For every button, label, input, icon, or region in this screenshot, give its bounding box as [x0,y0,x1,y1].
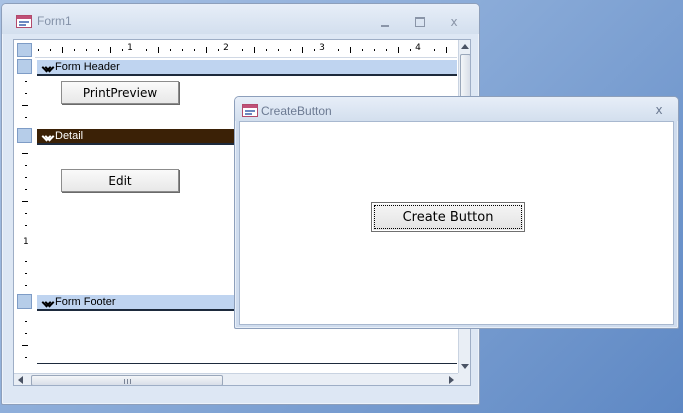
ruler-tick [218,49,219,51]
ruler-tick [25,321,27,322]
scroll-up-icon[interactable] [461,44,469,49]
ruler-tick [266,49,267,51]
scroll-left-icon[interactable] [18,376,23,384]
form-footer-label: Form Footer [55,296,116,308]
ruler-tick [22,345,28,346]
ruler-tick [278,49,279,51]
form1-title: Form1 [37,14,72,28]
size-grip [458,373,470,385]
form-header-band[interactable]: Form Header [37,60,457,76]
horizontal-ruler: 1 2 3 4 [35,42,457,58]
ruler-number: 2 [223,43,229,53]
ruler-tick [38,49,39,51]
minimize-icon[interactable] [374,14,396,30]
ruler-tick [434,49,435,51]
detail-label: Detail [55,130,84,142]
footer-section-selector[interactable] [17,294,32,309]
header-section-selector[interactable] [17,59,32,74]
close-icon[interactable]: x [443,14,465,30]
ruler-tick [398,47,399,53]
ruler-tick [242,49,243,51]
horizontal-scroll-thumb[interactable] [31,375,223,385]
ruler-tick [25,261,27,262]
form-selector[interactable] [17,43,32,57]
ruler-tick [206,47,207,53]
grip-icon [124,379,131,384]
ruler-tick [62,47,63,53]
ruler-tick [302,47,303,53]
ruler-tick [98,49,99,51]
ruler-tick [25,165,27,166]
ruler-number: 4 [415,43,421,53]
ruler-number: 3 [319,43,325,53]
form-header-label: Form Header [55,61,120,73]
createbutton-title: CreateButton [261,104,332,118]
ruler-tick [25,117,27,118]
edit-button[interactable]: Edit [61,169,179,192]
scroll-down-icon[interactable] [461,364,469,369]
band-arrow-icon [42,132,51,141]
ruler-tick [25,177,27,178]
create-button[interactable]: Create Button [371,202,525,232]
ruler-tick [182,49,183,51]
ruler-tick [362,49,363,51]
ruler-tick [194,49,195,51]
maximize-icon[interactable] [409,14,431,30]
ruler-tick [254,47,255,53]
ruler-tick [374,49,375,51]
createbutton-client-area: Create Button [239,121,674,325]
ruler-tick [74,49,75,51]
ruler-tick [25,225,27,226]
ruler-tick [386,49,387,51]
form1-titlebar[interactable]: Form1 x [2,4,479,34]
ruler-tick [22,105,28,106]
ruler-tick [25,81,27,82]
ruler-tick [146,49,147,51]
close-icon[interactable]: x [648,102,670,118]
ruler-tick [86,49,87,51]
createbutton-titlebar[interactable]: CreateButton x [235,97,678,121]
ruler-tick [25,357,27,358]
ruler-tick [170,49,171,51]
ruler-tick [446,47,447,53]
band-arrow-icon [42,298,51,307]
form-icon [242,104,258,117]
ruler-tick [22,201,28,202]
ruler-tick [110,47,111,53]
form-bottom-edge [37,363,457,364]
vertical-ruler: 1 [17,59,33,367]
ruler-tick [25,93,27,94]
ruler-tick [338,49,339,51]
ruler-tick [158,47,159,53]
ruler-tick [25,273,27,274]
scroll-right-icon[interactable] [449,376,454,384]
ruler-number: 1 [23,237,29,247]
band-arrow-icon [42,63,51,72]
detail-section-selector[interactable] [17,128,32,143]
ruler-number: 1 [127,43,133,53]
ruler-tick [25,189,27,190]
ruler-tick [290,49,291,51]
ruler-tick [314,49,315,51]
ruler-tick [22,153,28,154]
horizontal-scrollbar[interactable] [14,373,458,385]
ruler-tick [50,49,51,51]
ruler-tick [25,213,27,214]
createbutton-window[interactable]: CreateButton x Create Button [234,96,679,329]
ruler-tick [25,333,27,334]
ruler-tick [25,285,27,286]
form-icon [16,15,32,28]
printpreview-button[interactable]: PrintPreview [61,81,179,104]
ruler-tick [122,49,123,51]
ruler-tick [350,47,351,53]
ruler-tick [410,49,411,51]
